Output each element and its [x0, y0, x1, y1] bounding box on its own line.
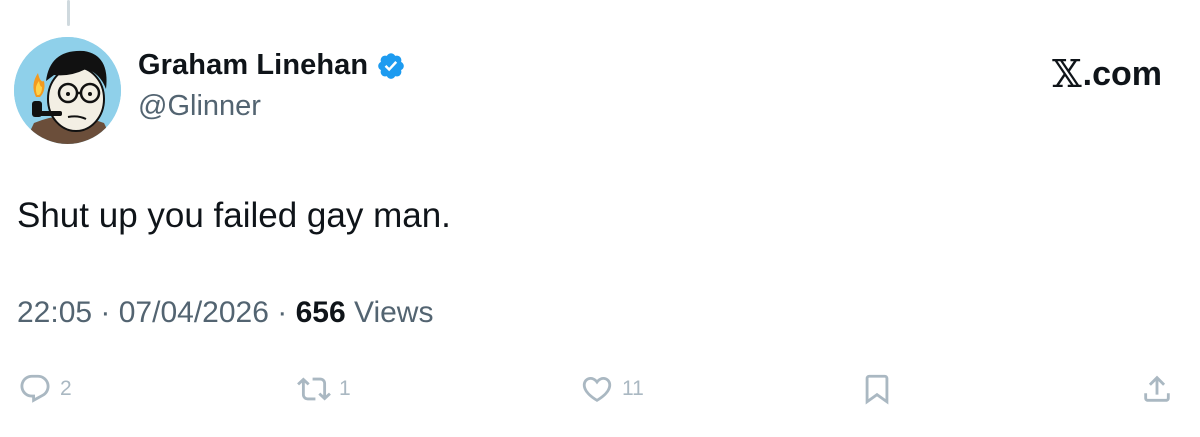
bookmark-icon — [865, 374, 889, 405]
verified-badge-icon[interactable] — [376, 51, 406, 81]
thread-connector-line — [67, 0, 70, 26]
like-button[interactable]: 11 — [580, 372, 644, 406]
tweet-text: Shut up you failed gay man. — [17, 196, 451, 235]
repost-count: 1 — [339, 377, 351, 400]
repost-button[interactable]: 1 — [297, 372, 351, 406]
views-count: 656 — [295, 296, 346, 329]
reply-icon — [20, 374, 50, 403]
reply-count: 2 — [60, 377, 72, 400]
meta-separator: · — [268, 296, 296, 329]
author-name-row[interactable]: Graham Linehan — [138, 49, 406, 82]
tweet-date[interactable]: 07/04/2026 — [119, 296, 269, 330]
x-logo-icon: 𝕏 — [1052, 52, 1082, 96]
repost-icon — [297, 377, 331, 401]
bookmark-button[interactable] — [860, 372, 894, 406]
author-display-name[interactable]: Graham Linehan — [138, 49, 368, 82]
share-icon — [1144, 375, 1170, 402]
like-count: 11 — [622, 377, 644, 400]
tweet-meta: 22:05 · 07/04/2026 · 656 Views — [17, 296, 433, 330]
reply-button[interactable]: 2 — [18, 372, 72, 406]
avatar[interactable] — [14, 37, 121, 144]
tweet-time[interactable]: 22:05 — [17, 296, 92, 330]
tweet-action-bar: 2 1 11 — [0, 366, 1200, 416]
views-label: Views — [345, 296, 434, 329]
brand-suffix: .com — [1082, 54, 1162, 93]
x-com-brand[interactable]: 𝕏 .com — [1052, 52, 1162, 96]
share-button[interactable] — [1140, 372, 1174, 406]
heart-icon — [582, 376, 612, 402]
avatar-cartoon-image — [14, 37, 121, 144]
meta-separator: · — [92, 296, 119, 329]
author-handle[interactable]: @Glinner — [138, 90, 261, 123]
